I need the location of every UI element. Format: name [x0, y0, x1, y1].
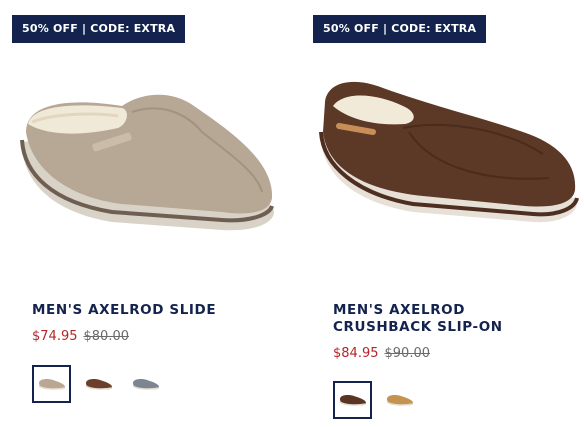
price-row: $84.95 $90.00 — [333, 346, 430, 361]
brown-suede-slip-on-icon[interactable] — [313, 62, 583, 262]
swatch-taupe[interactable] — [32, 365, 71, 403]
color-swatches — [32, 365, 165, 403]
swatch-grey[interactable] — [126, 365, 165, 403]
product-title[interactable]: MEN'S AXELROD SLIDE — [32, 302, 282, 319]
price-row: $74.95 $80.00 — [32, 329, 129, 344]
original-price: $90.00 — [384, 346, 431, 361]
product-title-line-2: CRUSHBACK SLIP-ON — [333, 319, 503, 335]
sale-price: $74.95 — [32, 329, 78, 344]
grey-shoe-icon — [132, 379, 159, 390]
product-card[interactable]: 50% OFF | CODE: EXTRA MEN'S AXELROD CRUS… — [313, 0, 583, 427]
color-swatches — [333, 381, 419, 419]
taupe-shoe-icon — [38, 379, 65, 390]
swatch-tan[interactable] — [380, 381, 419, 419]
original-price: $80.00 — [83, 329, 130, 344]
swatch-brown[interactable] — [333, 381, 372, 419]
swatch-brown[interactable] — [79, 365, 118, 403]
product-card[interactable]: 50% OFF | CODE: EXTRA MEN'S AXELROD SLID… — [12, 0, 282, 427]
product-title[interactable]: MEN'S AXELROD CRUSHBACK SLIP-ON — [333, 302, 583, 336]
promo-badge: 50% OFF | CODE: EXTRA — [313, 15, 487, 43]
brown-shoe-icon — [339, 395, 366, 406]
promo-badge: 50% OFF | CODE: EXTRA — [12, 15, 186, 43]
brown-shoe-icon — [85, 379, 112, 390]
product-title-line-1: MEN'S AXELROD — [333, 302, 466, 318]
tan-shoe-icon — [386, 395, 413, 406]
sale-price: $84.95 — [333, 346, 379, 361]
taupe-suede-slide-icon[interactable] — [12, 62, 282, 262]
